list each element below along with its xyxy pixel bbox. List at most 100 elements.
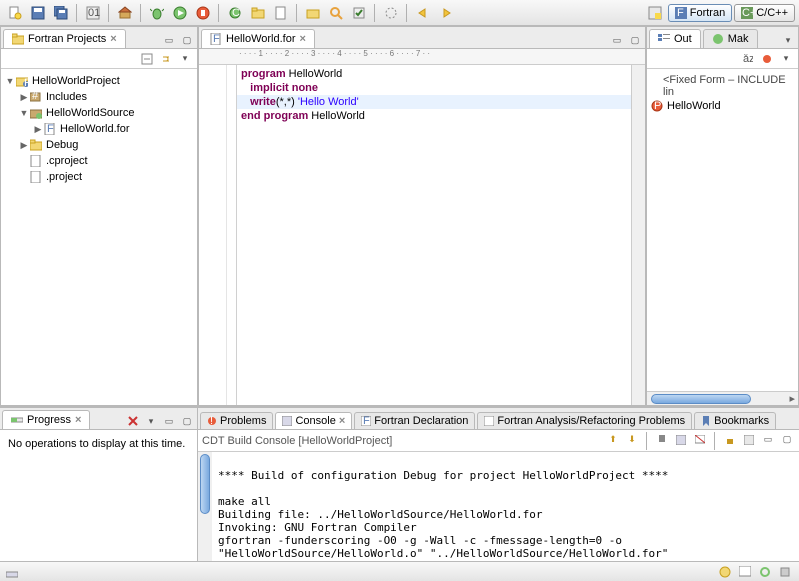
run-button[interactable] bbox=[169, 3, 191, 23]
binary-button[interactable]: 010 bbox=[82, 3, 104, 23]
progress-empty-text: No operations to display at this time. bbox=[8, 438, 185, 450]
tree-file-helloworld[interactable]: ▶FHelloWorld.for bbox=[3, 121, 195, 137]
tree-debug-folder[interactable]: ▶Debug bbox=[3, 137, 195, 153]
scroll-lock-icon[interactable] bbox=[722, 432, 738, 448]
sort-icon[interactable]: aͨz bbox=[740, 51, 756, 67]
tab-make-label: Mak bbox=[728, 33, 749, 45]
search-button[interactable] bbox=[325, 3, 347, 23]
status-sync-icon[interactable] bbox=[757, 564, 773, 580]
task-button[interactable] bbox=[348, 3, 370, 23]
editor-gutter bbox=[199, 65, 227, 405]
minimize-icon[interactable]: ▭ bbox=[161, 32, 177, 48]
separator bbox=[714, 432, 716, 450]
tab-label: Fortran Analysis/Refactoring Problems bbox=[497, 415, 685, 427]
svg-text:F: F bbox=[677, 7, 684, 19]
editor-code[interactable]: program HelloWorld implicit none write(*… bbox=[237, 65, 631, 405]
clear-console-icon[interactable] bbox=[692, 432, 708, 448]
view-menu-icon[interactable]: ▾ bbox=[778, 51, 794, 67]
tree-source-folder[interactable]: ▼HelloWorldSource bbox=[3, 105, 195, 121]
editor-area[interactable]: program HelloWorld implicit none write(*… bbox=[199, 65, 645, 405]
remove-all-icon[interactable] bbox=[125, 413, 141, 429]
close-icon[interactable]: × bbox=[300, 33, 306, 45]
tree-project[interactable]: ▼FHelloWorldProject bbox=[3, 73, 195, 89]
editor-fold-gutter bbox=[227, 65, 237, 405]
new-file-button[interactable] bbox=[270, 3, 292, 23]
maximize-icon[interactable]: ▢ bbox=[179, 32, 195, 48]
forward-button[interactable] bbox=[435, 3, 457, 23]
outline-tree: <Fixed Form – INCLUDE lin PHelloWorld bbox=[647, 69, 798, 391]
open-perspective-button[interactable] bbox=[644, 3, 666, 23]
maximize-icon[interactable]: ▢ bbox=[627, 32, 643, 48]
outline-fixed-form[interactable]: <Fixed Form – INCLUDE lin bbox=[651, 73, 794, 99]
tree-includes[interactable]: ▶#Includes bbox=[3, 89, 195, 105]
console-output[interactable]: **** Build of configuration Debug for pr… bbox=[212, 452, 799, 561]
open-type-button[interactable] bbox=[302, 3, 324, 23]
tab-fortran-projects-label: Fortran Projects bbox=[28, 33, 106, 45]
svg-text:!: ! bbox=[210, 416, 213, 426]
open-console-icon[interactable] bbox=[741, 432, 757, 448]
outline-item-helloworld[interactable]: PHelloWorld bbox=[651, 99, 794, 113]
collapse-all-icon[interactable] bbox=[139, 51, 155, 67]
maximize-icon[interactable]: ▢ bbox=[779, 432, 795, 448]
new-button[interactable] bbox=[4, 3, 26, 23]
toggle-mark-button[interactable] bbox=[380, 3, 402, 23]
tree-project-file[interactable]: .project bbox=[3, 169, 195, 185]
minimize-icon[interactable]: ▭ bbox=[161, 413, 177, 429]
tab-bookmarks[interactable]: Bookmarks bbox=[694, 412, 776, 429]
tab-console[interactable]: Console× bbox=[275, 412, 352, 429]
status-icon bbox=[6, 566, 18, 578]
save-button[interactable] bbox=[27, 3, 49, 23]
tab-progress[interactable]: Progress × bbox=[2, 410, 90, 429]
file-icon bbox=[29, 170, 43, 184]
minimize-icon[interactable]: ▭ bbox=[760, 432, 776, 448]
tab-make[interactable]: Mak bbox=[703, 29, 758, 48]
outline-label: <Fixed Form – INCLUDE lin bbox=[663, 74, 794, 98]
svg-text:#: # bbox=[32, 91, 39, 102]
perspective-cpp[interactable]: C+ C/C++ bbox=[734, 4, 795, 22]
editor-tab-helloworld[interactable]: F HelloWorld.for × bbox=[201, 29, 315, 48]
link-editor-icon[interactable] bbox=[158, 51, 174, 67]
tree-cproject-file[interactable]: .cproject bbox=[3, 153, 195, 169]
status-tip-icon[interactable] bbox=[737, 564, 753, 580]
editor-overview-ruler bbox=[631, 65, 645, 405]
perspective-fortran[interactable]: F Fortran bbox=[668, 4, 732, 22]
status-heap-icon[interactable] bbox=[777, 564, 793, 580]
outline-scrollbar[interactable]: ▸ bbox=[647, 391, 798, 405]
view-menu-icon[interactable]: ▾ bbox=[780, 32, 796, 48]
tree-label: .project bbox=[46, 171, 82, 183]
status-bar bbox=[0, 561, 799, 581]
close-icon[interactable]: × bbox=[75, 414, 81, 426]
new-class-button[interactable]: C bbox=[224, 3, 246, 23]
decl-icon: F bbox=[361, 416, 371, 426]
display-console-icon[interactable] bbox=[673, 432, 689, 448]
make-icon bbox=[712, 33, 724, 45]
tab-fortran-analysis[interactable]: Fortran Analysis/Refactoring Problems bbox=[477, 412, 692, 429]
view-menu-icon[interactable]: ▾ bbox=[143, 413, 159, 429]
tab-outline[interactable]: Out bbox=[649, 29, 701, 48]
tab-fortran-decl[interactable]: FFortran Declaration bbox=[354, 412, 475, 429]
file-icon bbox=[29, 154, 43, 168]
back-button[interactable] bbox=[412, 3, 434, 23]
next-console-icon[interactable]: ⬇ bbox=[624, 432, 640, 448]
filter-icon[interactable] bbox=[759, 51, 775, 67]
pin-console-icon[interactable] bbox=[654, 432, 670, 448]
save-all-button[interactable] bbox=[50, 3, 72, 23]
debug-button[interactable] bbox=[146, 3, 168, 23]
minimize-icon[interactable]: ▭ bbox=[609, 32, 625, 48]
close-icon[interactable]: × bbox=[110, 33, 116, 45]
tree-label: HelloWorldSource bbox=[46, 107, 134, 119]
build-button[interactable] bbox=[114, 3, 136, 23]
status-updates-icon[interactable] bbox=[717, 564, 733, 580]
console-scrollbar-v[interactable] bbox=[198, 452, 212, 561]
tab-problems[interactable]: !Problems bbox=[200, 412, 273, 429]
view-menu-icon[interactable]: ▾ bbox=[177, 51, 193, 67]
separator bbox=[140, 4, 142, 22]
close-icon[interactable]: × bbox=[339, 415, 345, 427]
separator bbox=[76, 4, 78, 22]
tab-fortran-projects[interactable]: Fortran Projects × bbox=[3, 29, 126, 48]
prev-console-icon[interactable]: ⬆ bbox=[605, 432, 621, 448]
new-folder-button[interactable] bbox=[247, 3, 269, 23]
maximize-icon[interactable]: ▢ bbox=[179, 413, 195, 429]
external-tools-button[interactable] bbox=[192, 3, 214, 23]
svg-text:F: F bbox=[213, 33, 220, 45]
